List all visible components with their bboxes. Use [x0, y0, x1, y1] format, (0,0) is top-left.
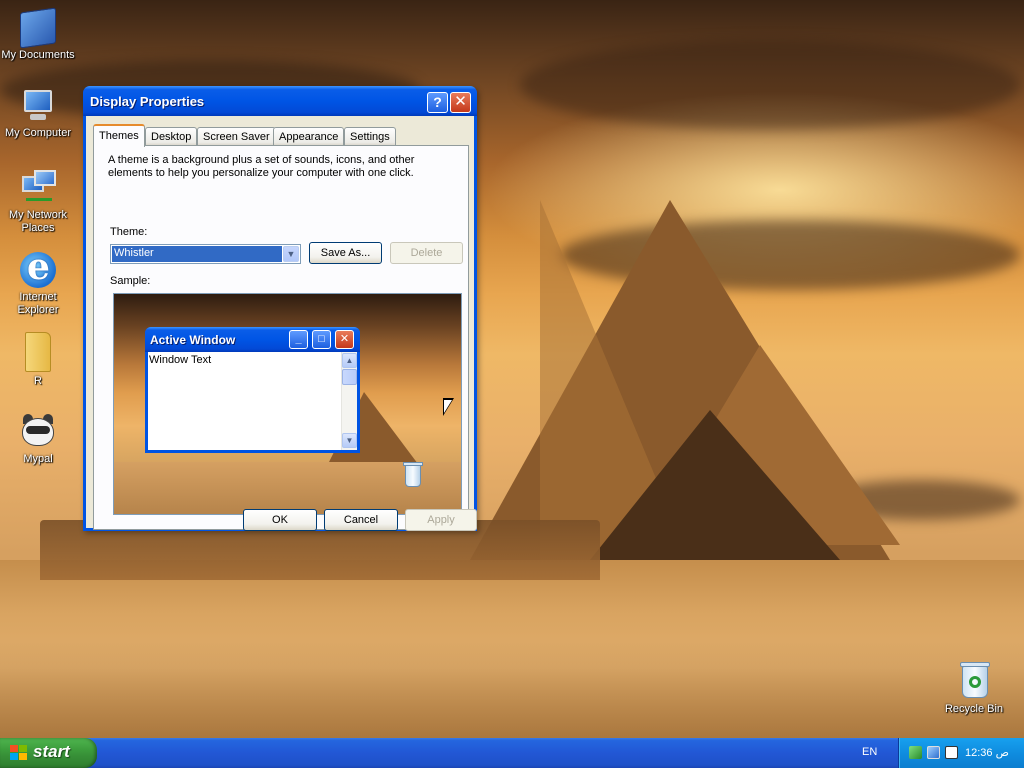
- desktop-icon-mypal[interactable]: Mypal: [0, 414, 76, 466]
- windows-logo-icon: [10, 745, 28, 761]
- scroll-up-icon: ▲: [342, 353, 357, 368]
- desktop-icon-label: My Network Places: [8, 209, 68, 234]
- start-label: start: [33, 742, 70, 761]
- my-computer-icon: [20, 88, 56, 124]
- close-button[interactable]: ✕: [450, 92, 471, 113]
- scroll-down-icon: ▼: [342, 433, 357, 448]
- help-icon: ?: [433, 94, 442, 110]
- close-icon: ✕: [335, 330, 354, 349]
- small-pyramid: [590, 410, 840, 560]
- internet-explorer-icon: [20, 246, 56, 288]
- cancel-button[interactable]: Cancel: [324, 509, 398, 531]
- start-button[interactable]: start: [0, 738, 97, 768]
- mouse-cursor-icon: [443, 398, 454, 416]
- tab-appearance[interactable]: Appearance: [273, 127, 345, 146]
- theme-dropdown[interactable]: Whistler ▼: [110, 244, 301, 264]
- tab-themes[interactable]: Themes: [93, 124, 145, 147]
- desktop-icon-label: My Computer: [4, 127, 72, 139]
- theme-sample-preview: Active Window _ □ ✕ Window Text ▲ ▼: [113, 293, 462, 515]
- save-as-button[interactable]: Save As...: [309, 242, 382, 264]
- clock[interactable]: 12:36 ص: [965, 746, 1009, 759]
- theme-description: A theme is a background plus a set of so…: [108, 154, 415, 179]
- close-icon: ✕: [454, 93, 467, 110]
- my-documents-icon: [20, 7, 56, 49]
- theme-label: Theme:: [110, 226, 148, 238]
- delete-button[interactable]: Delete: [390, 242, 463, 264]
- mypal-browser-icon: [20, 414, 56, 450]
- help-button[interactable]: ?: [427, 92, 448, 113]
- desktop-icon-label: Mypal: [23, 453, 53, 465]
- sample-window-text: Window Text: [149, 354, 212, 366]
- theme-selected-value: Whistler: [112, 246, 282, 262]
- tab-screen-saver[interactable]: Screen Saver: [197, 127, 276, 146]
- desktop-icon-network-places[interactable]: My Network Places: [0, 170, 76, 235]
- network-tray-icon[interactable]: [909, 746, 922, 759]
- desktop-icon-folder-r[interactable]: R: [0, 332, 76, 388]
- tab-desktop[interactable]: Desktop: [145, 127, 198, 146]
- windows-tray-icon[interactable]: [945, 746, 958, 759]
- folder-icon: [25, 332, 51, 372]
- recycle-bin-icon: [959, 660, 990, 700]
- desktop-icon-label: Internet Explorer: [17, 291, 59, 316]
- display-properties-dialog: Display Properties ? ✕ Themes Desktop Sc…: [83, 86, 477, 531]
- apply-button[interactable]: Apply: [405, 509, 477, 531]
- ok-button[interactable]: OK: [243, 509, 317, 531]
- system-tray: 12:36 ص: [898, 738, 1024, 768]
- desktop-icon-my-computer[interactable]: My Computer: [0, 88, 76, 140]
- sample-label: Sample:: [110, 275, 151, 287]
- desktop-icon-label: My Documents: [1, 49, 75, 61]
- sample-window-title: Active Window: [150, 333, 236, 347]
- network-places-icon: [20, 170, 56, 206]
- dialog-client-area: Themes Desktop Screen Saver Appearance S…: [86, 116, 477, 531]
- themes-tab-panel: A theme is a background plus a set of so…: [93, 145, 469, 530]
- recycle-bin-icon: [403, 461, 423, 489]
- language-indicator[interactable]: EN: [862, 746, 877, 758]
- desktop-icon-label: R: [34, 375, 42, 387]
- display-tray-icon[interactable]: [927, 746, 940, 759]
- desktop-icon-internet-explorer[interactable]: Internet Explorer: [0, 246, 76, 317]
- taskbar: start EN 12:36 ص: [0, 738, 1024, 768]
- desktop-icon-label: Recycle Bin: [944, 703, 1004, 715]
- desktop-icon-recycle-bin[interactable]: Recycle Bin: [936, 660, 1012, 716]
- dialog-title: Display Properties: [90, 94, 205, 109]
- minimize-icon: _: [289, 330, 308, 349]
- tab-settings[interactable]: Settings: [344, 127, 396, 146]
- maximize-icon: □: [312, 330, 331, 349]
- chevron-down-icon[interactable]: ▼: [283, 246, 299, 262]
- dialog-titlebar[interactable]: Display Properties ? ✕: [83, 86, 477, 116]
- desktop-icon-my-documents[interactable]: My Documents: [0, 7, 76, 62]
- sample-scrollbar: ▲ ▼: [341, 352, 357, 450]
- sample-active-window: Active Window _ □ ✕ Window Text ▲ ▼: [145, 327, 360, 453]
